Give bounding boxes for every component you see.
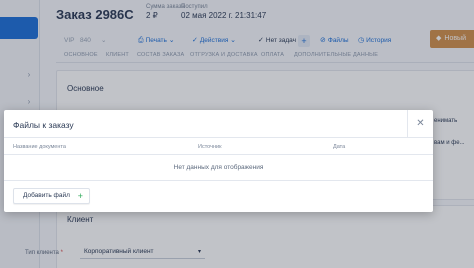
column-header-source: Источник <box>198 144 222 150</box>
column-header-date: Дата <box>333 144 346 150</box>
column-header-document: Название документа <box>13 144 66 150</box>
modal-divider <box>4 137 433 138</box>
modal-title: Файлы к заказу <box>13 120 74 130</box>
table-footer-divider <box>4 180 433 181</box>
files-modal: Файлы к заказу ✕ Название документа Исто… <box>4 110 433 212</box>
add-file-label: Добавить файл <box>23 192 70 199</box>
close-icon[interactable]: ✕ <box>407 110 433 137</box>
table-header-divider <box>4 154 433 155</box>
plus-icon: + <box>77 191 83 201</box>
empty-table-message: Нет данных для отображения <box>173 164 264 171</box>
add-file-button[interactable]: Добавить файл + <box>13 188 90 204</box>
